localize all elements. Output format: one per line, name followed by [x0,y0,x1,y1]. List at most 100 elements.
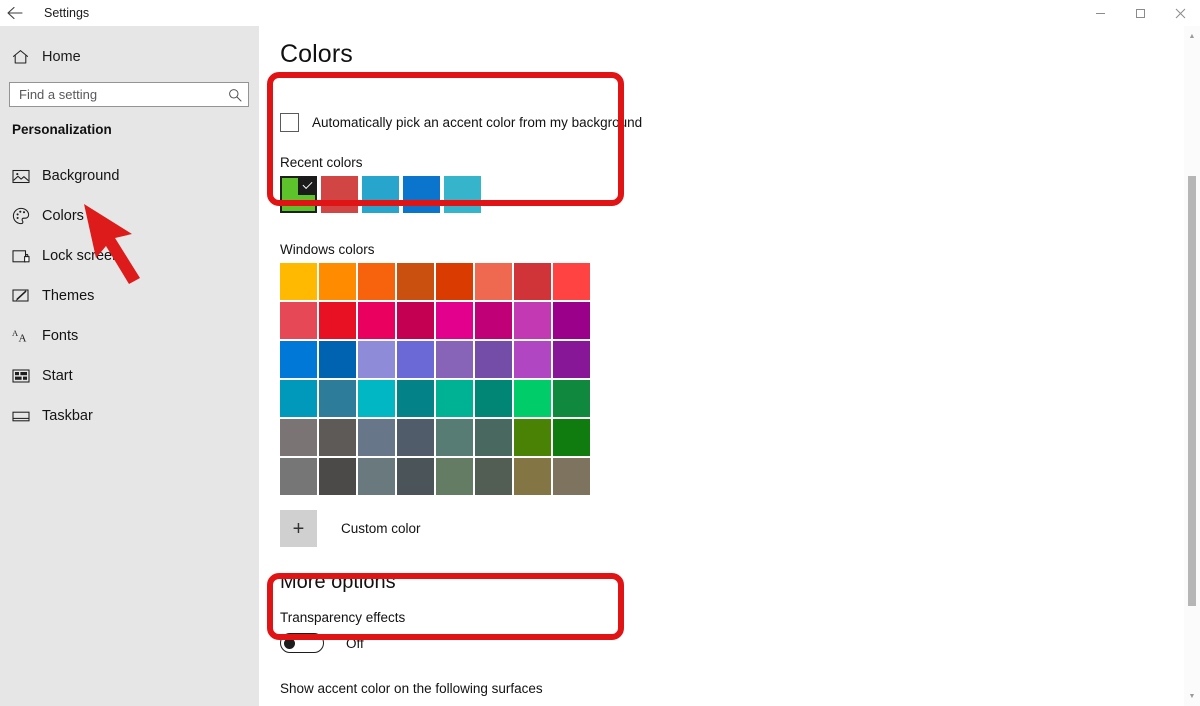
custom-color-row[interactable]: + Custom color [280,510,421,547]
windows-color-swatch[interactable] [280,458,317,495]
windows-color-swatch[interactable] [514,302,551,339]
windows-color-swatch[interactable] [475,341,512,378]
windows-color-swatch[interactable] [280,341,317,378]
windows-color-swatch[interactable] [397,380,434,417]
windows-color-swatch[interactable] [358,380,395,417]
minimize-button[interactable] [1080,0,1120,26]
settings-window: Settings Home Find a setting Personaliza… [0,0,1200,706]
windows-color-swatch[interactable] [397,341,434,378]
windows-color-swatch[interactable] [436,341,473,378]
windows-color-swatch[interactable] [553,419,590,456]
windows-color-swatch[interactable] [280,419,317,456]
sidebar-item-label: Fonts [42,328,79,344]
recent-color-swatch[interactable] [444,176,481,213]
windows-color-swatch[interactable] [514,419,551,456]
sidebar-item-label: Background [42,168,120,184]
vertical-scrollbar[interactable]: ▲ ▼ [1184,26,1200,706]
recent-color-swatch[interactable] [403,176,440,213]
windows-color-swatch[interactable] [553,302,590,339]
recent-color-swatch[interactable] [362,176,399,213]
windows-color-swatch[interactable] [319,302,356,339]
windows-color-swatch[interactable] [280,263,317,300]
windows-color-swatch[interactable] [358,458,395,495]
search-input[interactable] [10,87,222,102]
sidebar-item-themes[interactable]: Themes [0,276,259,316]
windows-color-swatch[interactable] [280,380,317,417]
toggle-knob [284,637,295,649]
windows-color-swatch[interactable] [475,263,512,300]
window-controls [1080,0,1200,26]
transparency-effects-toggle-row[interactable]: Off [280,633,364,653]
start-tiles-icon [12,366,38,386]
scroll-down-arrow-icon[interactable]: ▼ [1184,688,1200,704]
sidebar-home-label: Home [42,49,81,65]
window-title: Settings [44,6,90,20]
transparency-effects-toggle[interactable] [280,633,324,653]
windows-color-swatch[interactable] [514,380,551,417]
sidebar-item-home[interactable]: Home [0,42,259,72]
windows-color-swatch[interactable] [358,419,395,456]
check-icon [298,176,317,195]
content-pane: Colors Automatically pick an accent colo… [259,26,1200,706]
windows-color-swatch[interactable] [319,419,356,456]
sidebar-item-taskbar[interactable]: Taskbar [0,396,259,436]
windows-color-swatch[interactable] [436,302,473,339]
windows-color-swatch[interactable] [436,419,473,456]
windows-color-swatch[interactable] [475,380,512,417]
windows-color-swatch[interactable] [280,302,317,339]
search-box[interactable] [9,82,249,107]
windows-color-swatch[interactable] [553,458,590,495]
windows-colors-grid [280,263,590,495]
search-icon[interactable] [222,88,248,102]
sidebar-nav-list: Background Colors Lock screen Themes A A… [0,156,259,436]
recent-color-swatch[interactable] [280,176,317,213]
windows-color-swatch[interactable] [358,263,395,300]
windows-color-swatch[interactable] [553,341,590,378]
scroll-up-arrow-icon[interactable]: ▲ [1184,28,1200,44]
sidebar-item-fonts[interactable]: A A Fonts [0,316,259,356]
windows-color-swatch[interactable] [475,419,512,456]
windows-colors-label: Windows colors [280,242,375,257]
windows-color-swatch[interactable] [319,341,356,378]
windows-color-swatch[interactable] [397,302,434,339]
windows-color-swatch[interactable] [475,458,512,495]
windows-color-swatch[interactable] [358,341,395,378]
auto-accent-checkbox[interactable] [280,113,299,132]
recent-color-swatch[interactable] [321,176,358,213]
windows-color-swatch[interactable] [358,302,395,339]
sidebar-section-header: Personalization [12,122,112,137]
sidebar-item-background[interactable]: Background [0,156,259,196]
maximize-button[interactable] [1120,0,1160,26]
windows-color-swatch[interactable] [397,419,434,456]
sidebar-item-colors[interactable]: Colors [0,196,259,236]
recent-colors-swatches [280,176,481,213]
auto-accent-checkbox-row[interactable]: Automatically pick an accent color from … [280,113,642,132]
windows-color-swatch[interactable] [553,380,590,417]
windows-color-swatch[interactable] [397,263,434,300]
sidebar-item-start[interactable]: Start [0,356,259,396]
surfaces-label: Show accent color on the following surfa… [280,681,543,696]
windows-color-swatch[interactable] [514,263,551,300]
windows-color-swatch[interactable] [553,263,590,300]
windows-color-swatch[interactable] [514,458,551,495]
windows-color-swatch[interactable] [319,458,356,495]
windows-color-swatch[interactable] [319,380,356,417]
back-arrow-icon[interactable] [0,0,30,26]
auto-accent-label: Automatically pick an accent color from … [312,115,643,130]
windows-color-swatch[interactable] [475,302,512,339]
windows-color-swatch[interactable] [436,263,473,300]
windows-color-swatch[interactable] [514,341,551,378]
close-button[interactable] [1160,0,1200,26]
windows-color-swatch[interactable] [319,263,356,300]
windows-color-swatch[interactable] [397,458,434,495]
plus-icon[interactable]: + [280,510,317,547]
sidebar-item-lock-screen[interactable]: Lock screen [0,236,259,276]
palette-icon [12,206,38,226]
windows-color-swatch[interactable] [436,380,473,417]
recent-colors-label: Recent colors [280,155,363,170]
sidebar: Home Personalization [0,26,259,706]
fonts-icon: A A [12,326,38,346]
scrollbar-thumb[interactable] [1188,176,1196,606]
windows-color-swatch[interactable] [436,458,473,495]
sidebar-item-label: Taskbar [42,408,93,424]
